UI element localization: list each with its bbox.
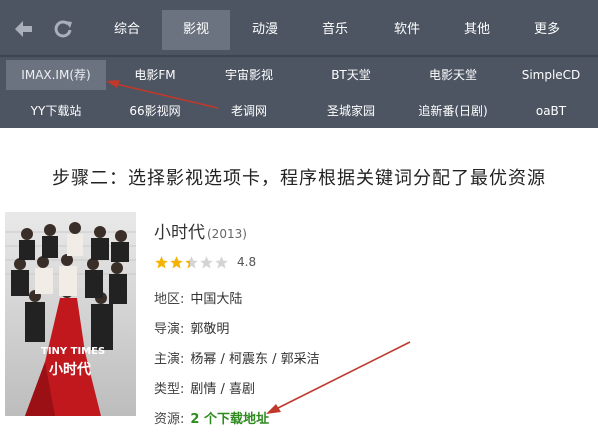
site-yuzhou[interactable]: 宇宙影视 [204, 60, 294, 90]
poster-title-en: TINY TIMES [41, 346, 105, 357]
resource-row: 资源: 2 个下载地址 [154, 408, 269, 427]
cast-label: 主演: [154, 352, 185, 367]
tab-movies[interactable]: 影视 [162, 10, 230, 50]
genre-value: 剧情 / 喜剧 [190, 382, 256, 397]
movie-title[interactable]: 小时代 (2013) [154, 218, 247, 243]
site-dianying-fm[interactable]: 电影FM [112, 60, 198, 90]
category-tab-bar: 综合 影视 动漫 音乐 软件 其他 更多 [0, 4, 598, 54]
tab-music[interactable]: 音乐 [306, 10, 364, 50]
site-bt-tiantang[interactable]: BT天堂 [306, 60, 396, 90]
site-laodiao[interactable]: 老调网 [204, 96, 294, 126]
resource-label: 资源: [154, 412, 185, 427]
refresh-icon[interactable] [52, 18, 74, 40]
cast-row: 主演: 杨幂 / 柯震东 / 郭采洁 [154, 348, 320, 367]
movie-year: (2013) [207, 227, 247, 241]
rating-score: 4.8 [237, 255, 257, 269]
region-label: 地区: [154, 292, 185, 307]
region-row: 地区: 中国大陆 [154, 288, 242, 307]
star-icon [200, 256, 213, 269]
site-shengcheng[interactable]: 圣城家园 [306, 96, 396, 126]
star-icon [185, 256, 198, 269]
region-value: 中国大陆 [190, 292, 243, 307]
director-value: 郭敬明 [190, 322, 230, 337]
star-icon [155, 256, 168, 269]
genre-row: 类型: 剧情 / 喜剧 [154, 378, 255, 397]
site-66ys[interactable]: 66影视网 [112, 96, 198, 126]
tab-more[interactable]: 更多 [518, 10, 576, 50]
site-zhuixinfan[interactable]: 追新番(日剧) [408, 96, 498, 126]
site-simplecd[interactable]: SimpleCD [508, 60, 594, 90]
star-icon [215, 256, 228, 269]
tab-anime[interactable]: 动漫 [236, 10, 294, 50]
tab-software[interactable]: 软件 [378, 10, 436, 50]
back-arrow-icon[interactable] [12, 18, 34, 40]
director-row: 导演: 郭敬明 [154, 318, 229, 337]
movie-title-text[interactable]: 小时代 [154, 223, 205, 243]
tab-comprehensive[interactable]: 综合 [98, 10, 156, 50]
step-instruction: 步骤二：选择影视选项卡，程序根据关键词分配了最优资源 [52, 168, 546, 189]
director-label: 导演: [154, 322, 185, 337]
poster-title-cn: 小时代 [49, 361, 91, 378]
search-category-panel: 综合 影视 动漫 音乐 软件 其他 更多 IMAX.IM(荐) 电影FM 宇宙影… [0, 0, 598, 128]
tab-other[interactable]: 其他 [448, 10, 506, 50]
star-icon [170, 256, 183, 269]
site-oabt[interactable]: oaBT [508, 96, 594, 126]
movie-poster[interactable]: TINY TIMES 小时代 [5, 212, 136, 416]
site-yy[interactable]: YY下载站 [6, 96, 106, 126]
cast-value: 杨幂 / 柯震东 / 郭采洁 [190, 352, 320, 367]
download-links[interactable]: 2 个下载地址 [190, 412, 269, 427]
site-dianying-tiantang[interactable]: 电影天堂 [408, 60, 498, 90]
divider [0, 55, 598, 57]
genre-label: 类型: [154, 382, 185, 397]
site-imax[interactable]: IMAX.IM(荐) [6, 60, 106, 90]
star-rating [154, 252, 229, 270]
